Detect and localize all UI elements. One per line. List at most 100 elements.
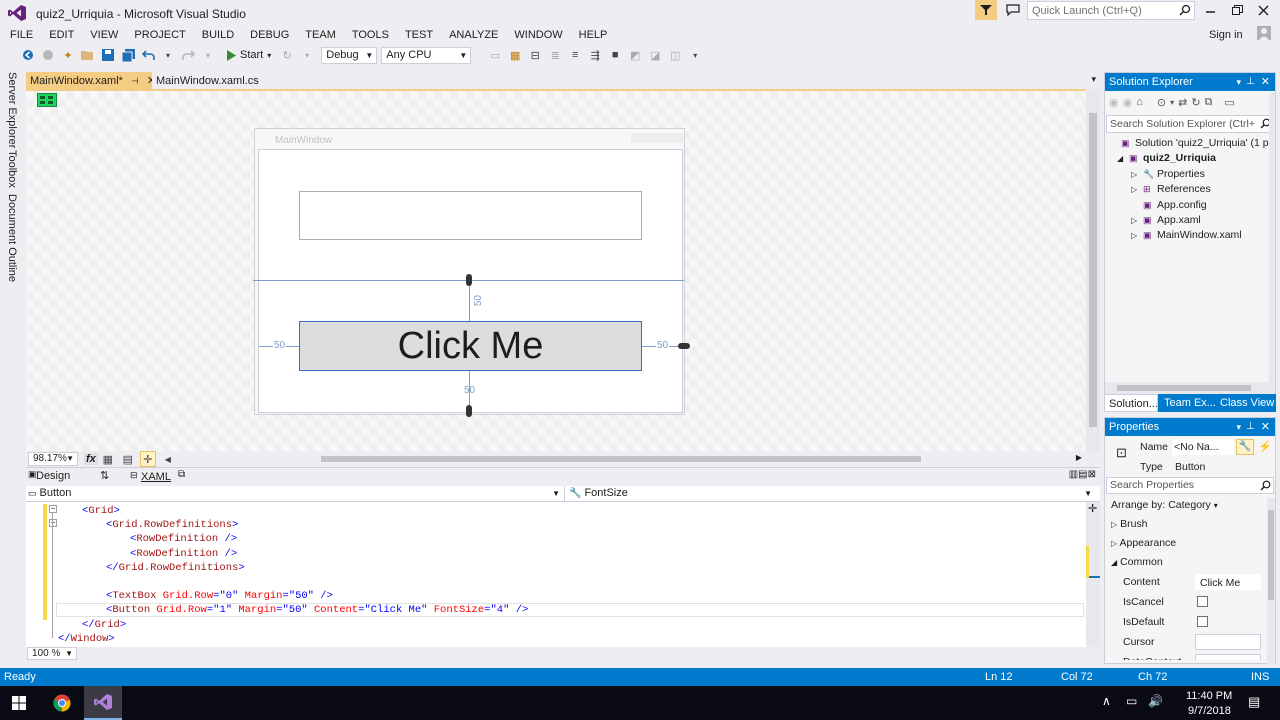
menu-help[interactable]: HELP bbox=[571, 26, 616, 44]
grid-toggle-icon[interactable]: ▦ bbox=[100, 451, 116, 467]
property-value-input[interactable] bbox=[1195, 654, 1261, 660]
pin-icon[interactable]: ⊣ bbox=[131, 72, 139, 90]
tab-overflow-icon[interactable]: ▾ bbox=[1091, 74, 1096, 85]
account-avatar-icon[interactable] bbox=[1257, 26, 1271, 40]
top-anchor-icon[interactable] bbox=[466, 274, 472, 286]
forward-icon[interactable] bbox=[40, 47, 56, 63]
menu-project[interactable]: PROJECT bbox=[126, 26, 193, 44]
zoom-select[interactable]: 98.17% ▼ bbox=[28, 452, 78, 466]
tree-item[interactable]: ▷ ⊞ References bbox=[1131, 182, 1211, 197]
next-bookmark-icon[interactable]: ◪ bbox=[647, 47, 663, 63]
clock-time[interactable]: 11:40 PM bbox=[1186, 690, 1232, 702]
collapse-icon[interactable]: − bbox=[49, 519, 57, 527]
document-outline-tab[interactable]: Document Outline bbox=[6, 194, 18, 282]
code-line[interactable]: </Grid> bbox=[82, 618, 126, 632]
show-all-files-icon[interactable]: ▭ bbox=[1224, 96, 1234, 109]
undo-icon[interactable] bbox=[140, 47, 156, 63]
right-anchor-icon[interactable] bbox=[678, 343, 690, 349]
action-center-icon[interactable]: ▤ bbox=[1248, 694, 1260, 710]
save-all-icon[interactable] bbox=[120, 47, 136, 63]
property-value-input[interactable]: Click Me bbox=[1195, 574, 1261, 590]
configuration-select[interactable]: Debug ▼ bbox=[321, 46, 378, 64]
code-line[interactable]: <RowDefinition /> bbox=[130, 547, 237, 561]
code-line[interactable]: <Button Grid.Row="1" Margin="50" Content… bbox=[106, 603, 528, 617]
panel-menu-icon[interactable]: ▾ bbox=[1236, 73, 1241, 91]
redo-icon[interactable] bbox=[180, 47, 196, 63]
open-file-icon[interactable] bbox=[80, 47, 96, 63]
tray-chevron-icon[interactable]: ∧ bbox=[1102, 694, 1111, 708]
visual-studio-taskbar-button[interactable] bbox=[84, 686, 122, 720]
category-common[interactable]: ◢ Common bbox=[1111, 556, 1163, 568]
arrange-by-dropdown[interactable]: Arrange by: Category ▾ bbox=[1111, 499, 1218, 511]
home-icon[interactable]: ⌂ bbox=[1136, 96, 1143, 108]
snap-lines-icon[interactable]: ✛ bbox=[139, 451, 156, 467]
properties-scrollbar[interactable] bbox=[1267, 498, 1275, 664]
undo-dropdown-icon[interactable]: ▾ bbox=[160, 47, 176, 63]
tree-item[interactable]: ▷ 🔧 Properties bbox=[1131, 167, 1205, 182]
split-editor-icon[interactable]: ✛ bbox=[1088, 502, 1097, 515]
menu-file[interactable]: FILE bbox=[2, 26, 41, 44]
bookmark-icon[interactable]: ■ bbox=[607, 47, 623, 63]
menu-view[interactable]: VIEW bbox=[82, 26, 126, 44]
fx-effects-icon[interactable]: fx bbox=[84, 453, 98, 465]
refresh-dropdown-icon[interactable]: ▾ bbox=[299, 47, 315, 63]
code-line[interactable]: </Grid.RowDefinitions> bbox=[106, 561, 245, 575]
properties-view-icon[interactable]: 🔧 bbox=[1236, 439, 1254, 455]
window-preview[interactable]: MainWindow Click Me 50 50 50 50 bbox=[253, 128, 690, 417]
find-in-files-icon[interactable]: ▦ bbox=[507, 47, 523, 63]
expanded-arrow-icon[interactable]: ◢ bbox=[1117, 151, 1129, 166]
server-explorer-tab[interactable]: Server Explorer bbox=[6, 72, 18, 148]
new-project-icon[interactable]: ✦ bbox=[60, 47, 76, 63]
name-input[interactable]: <No Na... bbox=[1172, 439, 1234, 455]
click-me-button-preview[interactable]: Click Me bbox=[299, 321, 642, 371]
solution-horizontal-scrollbar[interactable] bbox=[1105, 382, 1275, 394]
feedback-icon[interactable] bbox=[1006, 4, 1020, 17]
collapse-all-icon[interactable]: ⧉ bbox=[1205, 96, 1213, 109]
back-icon[interactable] bbox=[20, 47, 36, 63]
menu-analyze[interactable]: ANALYZE bbox=[441, 26, 506, 44]
designer-vertical-scrollbar[interactable] bbox=[1086, 89, 1100, 451]
expand-arrow-icon[interactable]: ▷ bbox=[1131, 213, 1143, 228]
code-line[interactable]: </Window> bbox=[58, 632, 115, 646]
code-line[interactable]: <Grid> bbox=[82, 504, 120, 518]
code-line[interactable]: <RowDefinition /> bbox=[130, 532, 237, 546]
menu-edit[interactable]: EDIT bbox=[41, 26, 82, 44]
collapse-icon[interactable]: − bbox=[49, 505, 57, 513]
filter-notification-icon[interactable] bbox=[975, 0, 997, 20]
tree-item[interactable]: ▣ Solution 'quiz2_Urriquia' (1 proje bbox=[1109, 136, 1275, 151]
tree-item[interactable]: ▷ ▣ MainWindow.xaml bbox=[1131, 228, 1242, 243]
prev-bookmark-icon[interactable]: ◩ bbox=[627, 47, 643, 63]
quick-launch-input[interactable]: Quick Launch (Ctrl+Q) bbox=[1027, 1, 1195, 20]
tree-item[interactable]: ◢ ▣ quiz2_Urriquia bbox=[1117, 151, 1216, 166]
code-line[interactable]: <Grid.RowDefinitions> bbox=[106, 518, 238, 532]
chrome-icon[interactable] bbox=[53, 694, 71, 715]
close-button[interactable] bbox=[1258, 5, 1269, 19]
expand-arrow-icon[interactable]: ▷ bbox=[1131, 182, 1143, 197]
redo-dropdown-icon[interactable]: ▾ bbox=[200, 47, 216, 63]
properties-search-input[interactable]: Search Properties bbox=[1106, 477, 1274, 494]
category-brush[interactable]: ▷ Brush bbox=[1111, 518, 1148, 530]
xaml-designer-surface[interactable]: MainWindow Click Me 50 50 50 50 bbox=[26, 89, 1086, 451]
comment-icon[interactable]: ⇶ bbox=[587, 47, 603, 63]
tab-class-view[interactable]: Class View bbox=[1216, 394, 1276, 412]
expand-arrow-icon[interactable]: ▷ bbox=[1131, 228, 1143, 243]
code-line[interactable]: <TextBox Grid.Row="0" Margin="50" /> bbox=[106, 589, 333, 603]
tab-team-explorer[interactable]: Team Ex... bbox=[1158, 394, 1216, 412]
events-view-icon[interactable]: ⚡ bbox=[1258, 440, 1272, 453]
property-value-input[interactable] bbox=[1195, 634, 1261, 650]
refresh-icon[interactable]: ↻ bbox=[279, 47, 295, 63]
split-layout-icons[interactable]: ▥▤⊠ bbox=[1069, 469, 1096, 480]
solution-vertical-scrollbar[interactable] bbox=[1269, 93, 1275, 383]
property-checkbox[interactable] bbox=[1197, 596, 1208, 607]
menu-window[interactable]: WINDOW bbox=[506, 26, 570, 44]
menu-build[interactable]: BUILD bbox=[194, 26, 242, 44]
windows-start-icon[interactable] bbox=[12, 696, 26, 713]
tab-mainwindow-xaml[interactable]: MainWindow.xaml* ⊣ ✕ bbox=[26, 72, 156, 90]
clock-date[interactable]: 9/7/2018 bbox=[1188, 705, 1231, 717]
panel-menu-icon[interactable]: ▾ bbox=[1236, 418, 1241, 436]
solution-search-input[interactable]: Search Solution Explorer (Ctrl+ bbox=[1106, 115, 1274, 133]
scroll-thumb[interactable] bbox=[1268, 510, 1274, 600]
swap-panes-icon[interactable]: ⇅ bbox=[100, 469, 109, 482]
align-icon[interactable]: ⊟ bbox=[527, 47, 543, 63]
sync-icon[interactable]: ⇄ bbox=[1178, 96, 1187, 109]
